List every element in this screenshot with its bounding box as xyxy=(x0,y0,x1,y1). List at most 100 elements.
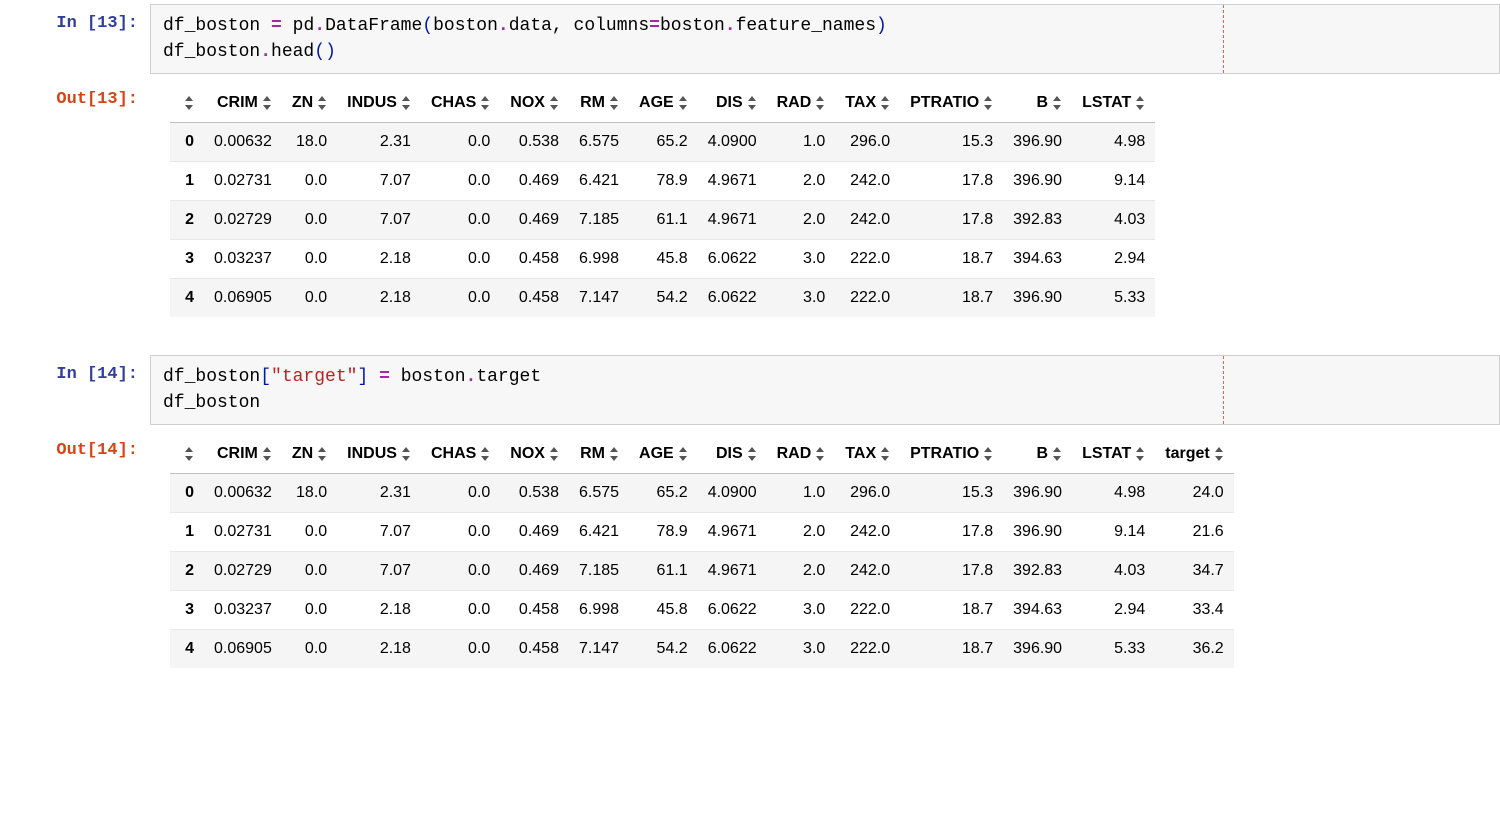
column-header[interactable]: RAD xyxy=(767,435,836,474)
table-cell: 392.83 xyxy=(1003,201,1072,240)
sort-icon[interactable] xyxy=(262,447,272,461)
table-row: 40.069050.02.180.00.4587.14754.26.06223.… xyxy=(170,630,1234,669)
column-header[interactable]: RAD xyxy=(767,84,836,123)
sort-icon[interactable] xyxy=(480,96,490,110)
sort-icon[interactable] xyxy=(983,96,993,110)
table-cell: 0.458 xyxy=(500,279,569,318)
table-cell: 4.9671 xyxy=(698,552,767,591)
sort-icon[interactable] xyxy=(549,96,559,110)
column-header[interactable]: ZN xyxy=(282,435,337,474)
sort-icon[interactable] xyxy=(1052,447,1062,461)
table-cell: 2.94 xyxy=(1072,591,1155,630)
sort-icon[interactable] xyxy=(609,447,619,461)
table-cell: 6.998 xyxy=(569,591,629,630)
sort-icon[interactable] xyxy=(747,447,757,461)
table-cell: 24.0 xyxy=(1155,474,1233,513)
input-prompt-14: In [14]: xyxy=(0,355,150,387)
sort-icon[interactable] xyxy=(609,96,619,110)
table-row: 40.069050.02.180.00.4587.14754.26.06223.… xyxy=(170,279,1155,318)
table-cell: 17.8 xyxy=(900,201,1003,240)
column-header[interactable]: NOX xyxy=(500,435,569,474)
column-header[interactable]: RM xyxy=(569,435,629,474)
table-cell: 4.9671 xyxy=(698,162,767,201)
column-header-label: PTRATIO xyxy=(910,445,979,462)
column-header[interactable]: PTRATIO xyxy=(900,84,1003,123)
column-header[interactable]: CRIM xyxy=(204,84,282,123)
sort-icon[interactable] xyxy=(184,96,194,110)
code-token: boston xyxy=(433,16,498,36)
cell-output-13: Out[13]: CRIMZNINDUSCHASNOXRMAGEDISRADTA… xyxy=(0,80,1500,335)
table-cell: 396.90 xyxy=(1003,123,1072,162)
table-cell: 6.0622 xyxy=(698,240,767,279)
column-header[interactable]: CHAS xyxy=(421,84,500,123)
column-header-label: ZN xyxy=(292,94,313,111)
code-token: head xyxy=(271,42,314,62)
column-header-label: target xyxy=(1165,445,1209,462)
column-header[interactable]: B xyxy=(1003,84,1072,123)
column-header[interactable]: LSTAT xyxy=(1072,435,1155,474)
column-header-label: INDUS xyxy=(347,445,397,462)
column-header[interactable]: TAX xyxy=(835,84,900,123)
sort-icon[interactable] xyxy=(880,96,890,110)
table-cell: 0.0 xyxy=(421,591,500,630)
code-token: ( xyxy=(314,42,325,62)
sort-icon[interactable] xyxy=(184,447,194,461)
code-token: feature_names xyxy=(736,16,876,36)
sort-icon[interactable] xyxy=(401,447,411,461)
column-header[interactable]: INDUS xyxy=(337,84,421,123)
column-header[interactable]: PTRATIO xyxy=(900,435,1003,474)
column-header[interactable]: TAX xyxy=(835,435,900,474)
column-header[interactable]: DIS xyxy=(698,435,767,474)
sort-icon[interactable] xyxy=(678,96,688,110)
column-header[interactable]: target xyxy=(1155,435,1233,474)
column-header[interactable]: CRIM xyxy=(204,435,282,474)
sort-icon[interactable] xyxy=(317,447,327,461)
table-cell: 2.18 xyxy=(337,279,421,318)
sort-icon[interactable] xyxy=(747,96,757,110)
column-header-label: LSTAT xyxy=(1082,94,1131,111)
output-prompt-14: Out[14]: xyxy=(0,431,150,463)
code-editor-13[interactable]: df_boston = pd.DataFrame(boston.data, co… xyxy=(150,4,1500,74)
table-cell: 0.0 xyxy=(421,630,500,669)
column-header[interactable]: NOX xyxy=(500,84,569,123)
table-cell: 396.90 xyxy=(1003,162,1072,201)
sort-icon[interactable] xyxy=(401,96,411,110)
table-cell: 0.0 xyxy=(421,201,500,240)
sort-icon[interactable] xyxy=(480,447,490,461)
sort-icon[interactable] xyxy=(549,447,559,461)
sort-icon[interactable] xyxy=(1214,447,1224,461)
index-header[interactable] xyxy=(170,84,204,123)
table-cell: 18.7 xyxy=(900,240,1003,279)
column-header[interactable]: ZN xyxy=(282,84,337,123)
sort-icon[interactable] xyxy=(815,447,825,461)
sort-icon[interactable] xyxy=(317,96,327,110)
table-cell: 0.00632 xyxy=(204,474,282,513)
sort-icon[interactable] xyxy=(678,447,688,461)
sort-icon[interactable] xyxy=(1052,96,1062,110)
table-cell: 7.147 xyxy=(569,279,629,318)
sort-icon[interactable] xyxy=(262,96,272,110)
sort-icon[interactable] xyxy=(815,96,825,110)
column-header[interactable]: B xyxy=(1003,435,1072,474)
table-cell: 9.14 xyxy=(1072,513,1155,552)
column-header[interactable]: AGE xyxy=(629,435,698,474)
sort-icon[interactable] xyxy=(983,447,993,461)
sort-icon[interactable] xyxy=(880,447,890,461)
row-index: 3 xyxy=(170,240,204,279)
index-header[interactable] xyxy=(170,435,204,474)
sort-icon[interactable] xyxy=(1135,447,1145,461)
table-cell: 0.03237 xyxy=(204,591,282,630)
sort-icon[interactable] xyxy=(1135,96,1145,110)
table-cell: 0.469 xyxy=(500,162,569,201)
column-header[interactable]: INDUS xyxy=(337,435,421,474)
table-cell: 5.33 xyxy=(1072,630,1155,669)
code-editor-14[interactable]: df_boston["target"] = boston.target df_b… xyxy=(150,355,1500,425)
column-header[interactable]: DIS xyxy=(698,84,767,123)
column-header[interactable]: AGE xyxy=(629,84,698,123)
column-header-label: LSTAT xyxy=(1082,445,1131,462)
column-header-label: B xyxy=(1037,94,1049,111)
column-header[interactable]: LSTAT xyxy=(1072,84,1155,123)
table-cell: 0.538 xyxy=(500,123,569,162)
column-header[interactable]: CHAS xyxy=(421,435,500,474)
column-header[interactable]: RM xyxy=(569,84,629,123)
